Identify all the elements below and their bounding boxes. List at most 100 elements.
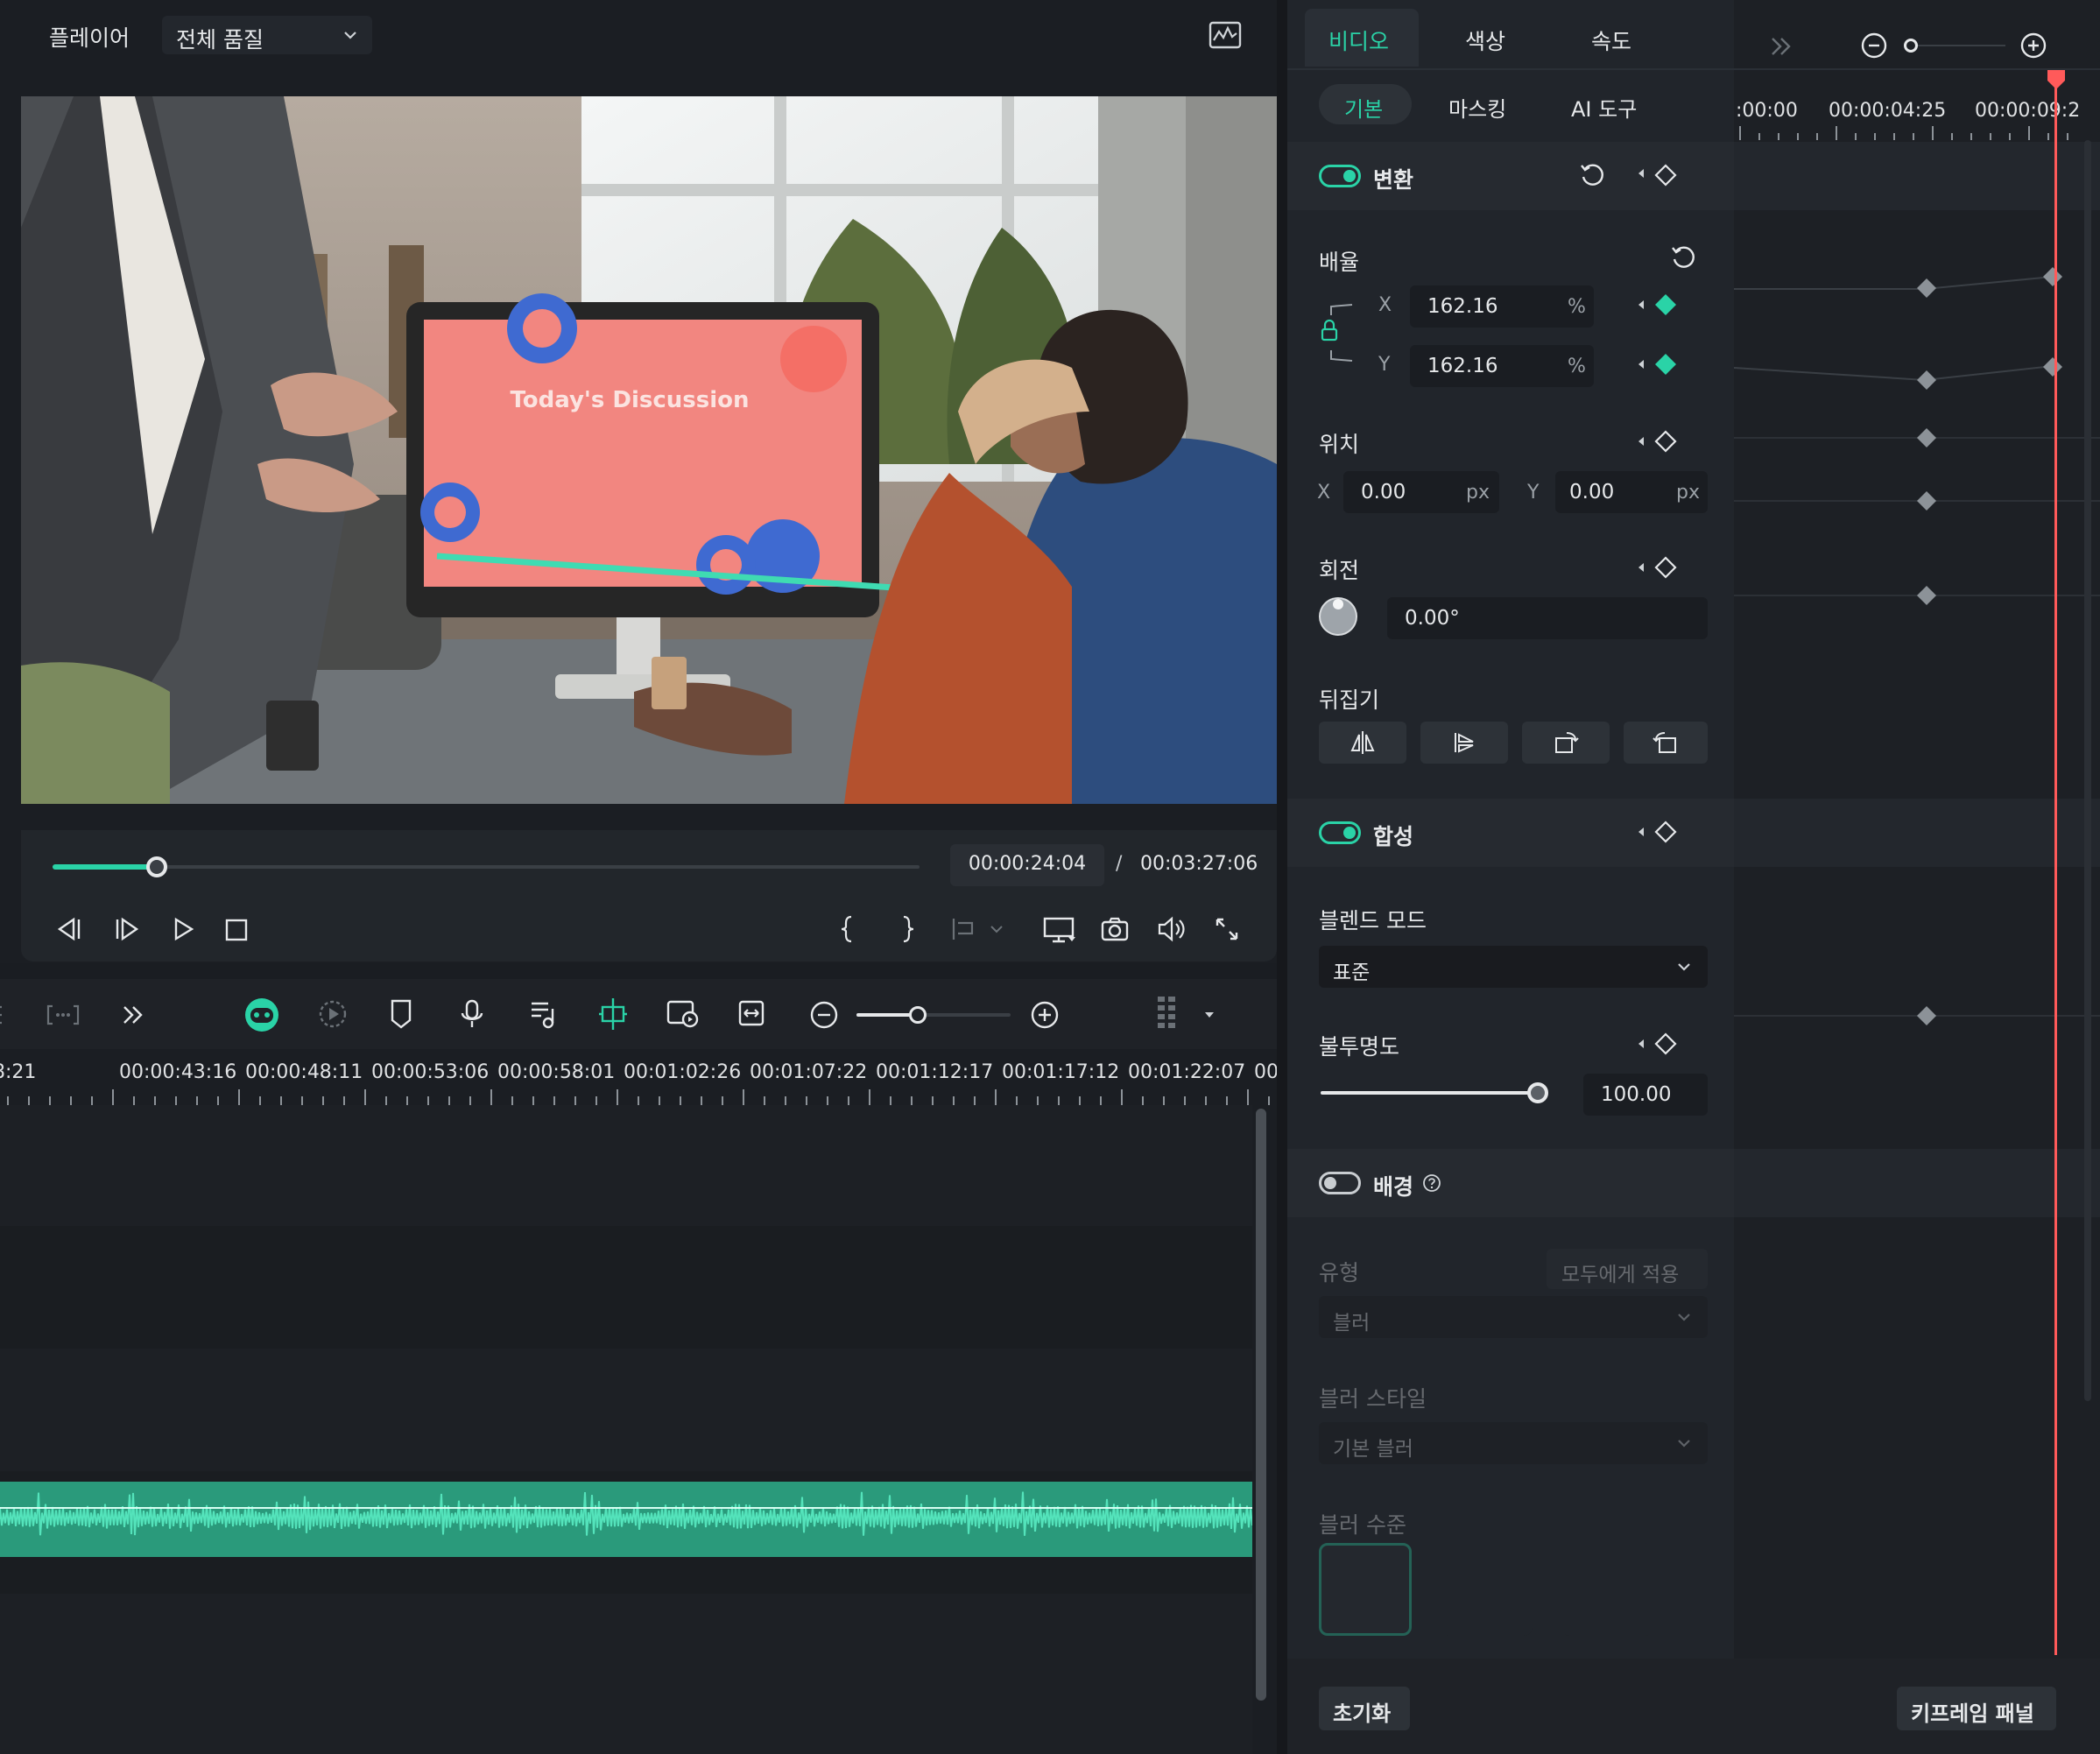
more-tools-icon[interactable] <box>121 1004 145 1026</box>
background-section-header[interactable]: 배경 <box>1287 1149 1734 1217</box>
progress-track[interactable] <box>53 865 920 869</box>
add-keyframe-icon[interactable] <box>1653 555 1678 580</box>
position-y-input[interactable]: 0.00 px <box>1555 471 1708 513</box>
keyframe-marker[interactable] <box>1917 1006 1936 1025</box>
video-track-2[interactable] <box>0 1226 1252 1349</box>
subtab-masking[interactable]: 마스킹 <box>1448 92 1506 123</box>
rotate-counterclockwise-button[interactable] <box>1624 722 1708 764</box>
prev-keyframe-icon[interactable] <box>1636 296 1646 313</box>
group-clip-icon[interactable] <box>46 1004 81 1026</box>
transform-toggle[interactable] <box>1319 165 1361 187</box>
prev-keyframe-icon[interactable] <box>1636 433 1646 450</box>
background-toggle[interactable] <box>1319 1172 1361 1194</box>
add-keyframe-icon[interactable] <box>1653 429 1678 454</box>
keyframe-panel-button[interactable]: 키프레임 패널 <box>1897 1687 2056 1730</box>
mark-in-icon[interactable] <box>837 914 858 944</box>
display-settings-icon[interactable] <box>1042 916 1077 944</box>
panel-divider[interactable] <box>1277 0 1287 1754</box>
reset-button[interactable]: 초기화 <box>1319 1687 1410 1730</box>
microphone-icon[interactable] <box>459 998 485 1030</box>
tab-speed[interactable]: 속도 <box>1591 25 1631 56</box>
snapshot-camera-icon[interactable] <box>1100 916 1130 942</box>
prev-keyframe-icon[interactable] <box>1636 356 1646 373</box>
playhead-line[interactable] <box>2054 70 2057 1655</box>
reset-icon[interactable] <box>1578 161 1606 189</box>
next-frame-icon[interactable] <box>112 916 142 942</box>
keyframe-active-icon[interactable] <box>1653 352 1678 377</box>
prev-keyframe-icon[interactable] <box>1636 823 1646 841</box>
opacity-slider-handle[interactable] <box>1527 1082 1548 1103</box>
video-track-3[interactable] <box>0 1349 1252 1471</box>
video-track-1[interactable] <box>0 1105 1252 1226</box>
video-preview[interactable]: Today's Discussion <box>21 96 1277 804</box>
rotate-clockwise-button[interactable] <box>1522 722 1610 764</box>
keyframe-active-icon[interactable] <box>1653 292 1678 317</box>
add-keyframe-icon[interactable] <box>1653 1032 1678 1056</box>
fullscreen-icon[interactable] <box>1214 916 1240 942</box>
preview-render-icon[interactable] <box>666 998 701 1030</box>
timeline-zoom-handle[interactable] <box>909 1006 927 1024</box>
tab-color[interactable]: 색상 <box>1465 25 1505 56</box>
audio-track[interactable] <box>0 1471 1252 1594</box>
scale-y-input[interactable]: 162.16 % <box>1410 345 1594 387</box>
auto-highlight-icon[interactable] <box>317 998 349 1030</box>
apply-to-all-button[interactable]: 모두에게 적용 <box>1547 1249 1708 1289</box>
timeline-scrollbar-thumb[interactable] <box>1256 1109 1266 1701</box>
keyframe-marker[interactable] <box>1917 428 1936 447</box>
list-icon[interactable] <box>0 1002 12 1028</box>
blur-style-select[interactable]: 기본 블러 <box>1319 1422 1708 1464</box>
tab-video[interactable]: 비디오 <box>1305 9 1419 67</box>
transform-section-header[interactable]: 변환 <box>1287 142 1734 210</box>
quality-dropdown[interactable]: 전체 품질 <box>162 16 372 54</box>
audio-clip[interactable] <box>0 1482 1252 1557</box>
keyframe-marker[interactable] <box>2043 357 2062 377</box>
prev-keyframe-icon[interactable] <box>1636 1035 1646 1053</box>
scale-x-input[interactable]: 162.16 % <box>1410 285 1594 328</box>
blur-level-option-2[interactable] <box>1440 1543 1533 1636</box>
blur-level-option-3[interactable] <box>1561 1543 1653 1636</box>
previous-frame-icon[interactable] <box>54 916 84 942</box>
lock-ratio-icon[interactable] <box>1319 298 1354 368</box>
keyframe-marker[interactable] <box>1917 586 1936 605</box>
prev-keyframe-icon[interactable] <box>1636 165 1646 182</box>
blur-level-option-1[interactable] <box>1319 1543 1412 1636</box>
add-keyframe-icon[interactable] <box>1653 163 1678 187</box>
zoom-out-icon[interactable] <box>809 1000 839 1030</box>
bg-type-select[interactable]: 블러 <box>1319 1296 1708 1338</box>
blend-mode-select[interactable]: 표준 <box>1319 946 1708 988</box>
fit-timeline-icon[interactable] <box>737 998 765 1028</box>
insert-options-icon[interactable] <box>949 916 1011 942</box>
flip-horizontal-button[interactable] <box>1319 722 1406 764</box>
position-x-input[interactable]: 0.00 px <box>1343 471 1499 513</box>
marker-icon[interactable] <box>389 998 413 1030</box>
playhead-handle-icon[interactable] <box>2046 68 2067 91</box>
add-keyframe-icon[interactable] <box>1653 820 1678 844</box>
help-icon[interactable] <box>1422 1173 1441 1193</box>
prev-keyframe-icon[interactable] <box>1636 559 1646 576</box>
subtab-ai-tools[interactable]: AI 도구 <box>1571 92 1637 123</box>
timeline-ruler[interactable]: 8:21 00:00:43:16 00:00:48:11 00:00:53:06 00:… <box>0 1049 1347 1105</box>
scale-reset-icon[interactable] <box>1669 243 1697 271</box>
keyframe-marker[interactable] <box>1917 491 1936 511</box>
play-icon[interactable] <box>170 916 196 942</box>
subtab-basic[interactable]: 기본 <box>1319 84 1412 124</box>
ai-assistant-icon[interactable] <box>243 997 280 1033</box>
opacity-input[interactable]: 100.00 <box>1583 1074 1708 1116</box>
flip-vertical-button[interactable] <box>1420 722 1508 764</box>
rotation-input[interactable]: 0.00° <box>1387 597 1708 639</box>
keyframe-marker[interactable] <box>1917 278 1936 298</box>
composite-toggle[interactable] <box>1319 821 1361 844</box>
mark-out-icon[interactable] <box>897 914 918 944</box>
zoom-in-icon[interactable] <box>1030 1000 1060 1030</box>
volume-icon[interactable] <box>1156 916 1187 942</box>
stop-icon[interactable] <box>224 918 249 942</box>
rotation-dial-icon[interactable] <box>1317 595 1359 637</box>
keyframe-marker[interactable] <box>1917 370 1936 390</box>
snap-magnet-icon[interactable] <box>597 997 629 1032</box>
waveform-monitor-icon[interactable] <box>1209 21 1242 49</box>
kf-scrollbar[interactable] <box>2084 140 2091 1401</box>
composite-section-header[interactable]: 합성 <box>1287 799 1734 867</box>
track-layout-icon[interactable] <box>1154 993 1217 1037</box>
keyframe-marker[interactable] <box>2043 267 2062 286</box>
progress-handle[interactable] <box>145 856 167 877</box>
